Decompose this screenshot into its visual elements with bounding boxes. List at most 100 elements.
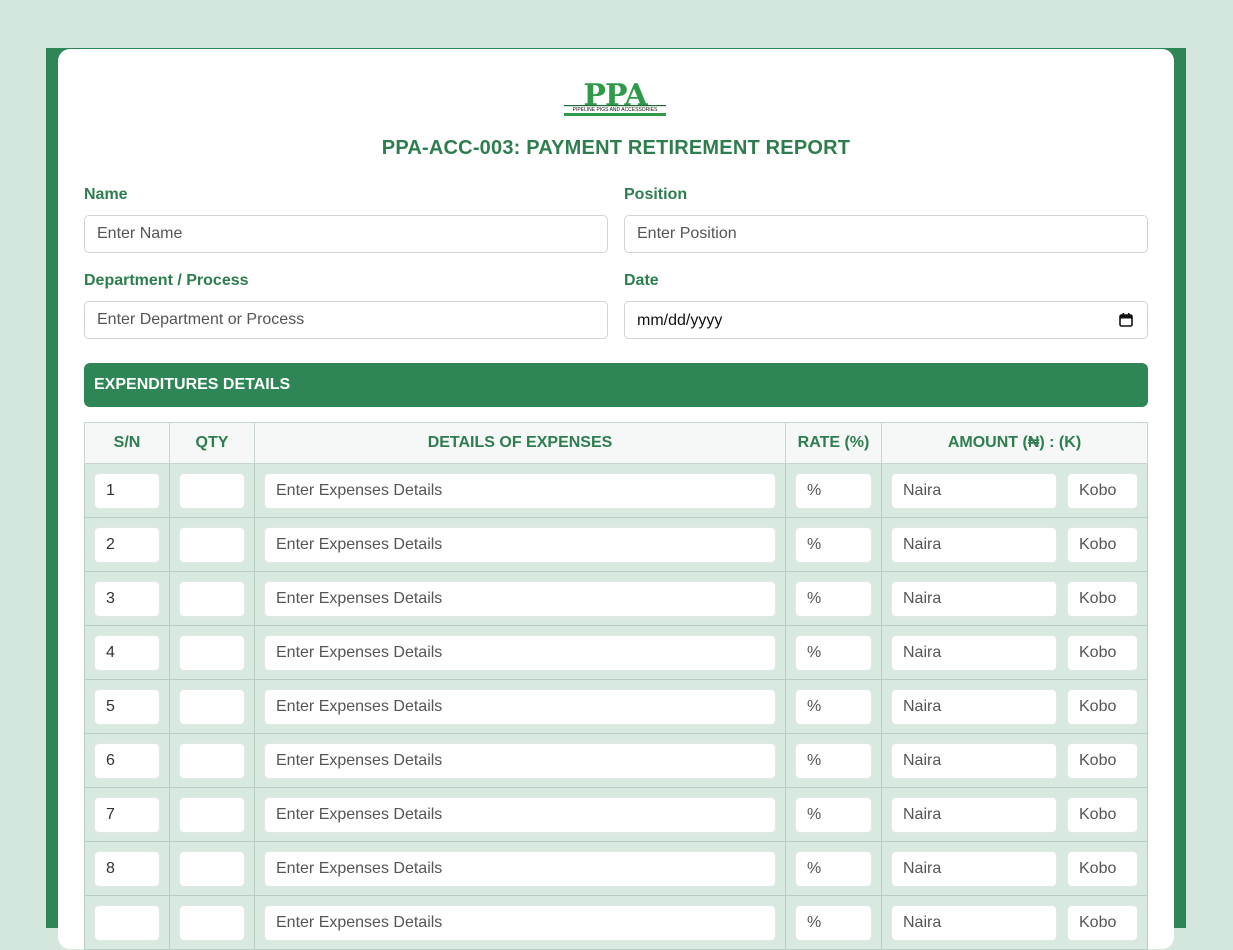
sn-input[interactable] xyxy=(94,742,160,779)
qty-cell xyxy=(169,463,255,518)
rate-input[interactable] xyxy=(795,526,872,563)
amount-cell xyxy=(881,463,1148,518)
naira-input[interactable] xyxy=(891,688,1057,725)
expenditures-section-header: EXPENDITURES DETAILS xyxy=(84,363,1148,407)
amount-fields xyxy=(891,526,1138,563)
sn-cell xyxy=(84,895,170,950)
naira-input[interactable] xyxy=(891,742,1057,779)
sn-input[interactable] xyxy=(94,526,160,563)
amount-cell xyxy=(881,841,1148,896)
sn-cell xyxy=(84,463,170,518)
table-row xyxy=(84,841,1148,896)
sn-input[interactable] xyxy=(94,688,160,725)
rate-input[interactable] xyxy=(795,742,872,779)
date-value: mm/dd/yyyy xyxy=(637,312,723,329)
rate-cell xyxy=(785,463,882,518)
amount-cell xyxy=(881,625,1148,680)
rate-input[interactable] xyxy=(795,580,872,617)
qty-input[interactable] xyxy=(179,742,245,779)
qty-input[interactable] xyxy=(179,526,245,563)
kobo-input[interactable] xyxy=(1067,634,1138,671)
qty-cell xyxy=(169,679,255,734)
naira-input[interactable] xyxy=(891,796,1057,833)
amount-fields xyxy=(891,850,1138,887)
calendar-icon[interactable] xyxy=(1119,313,1133,327)
kobo-input[interactable] xyxy=(1067,742,1138,779)
kobo-input[interactable] xyxy=(1067,850,1138,887)
kobo-input[interactable] xyxy=(1067,526,1138,563)
qty-input[interactable] xyxy=(179,688,245,725)
rate-input[interactable] xyxy=(795,796,872,833)
department-input[interactable] xyxy=(84,301,608,339)
rate-cell xyxy=(785,787,882,842)
naira-input[interactable] xyxy=(891,634,1057,671)
amount-cell xyxy=(881,571,1148,626)
details-input[interactable] xyxy=(264,796,776,833)
kobo-input[interactable] xyxy=(1067,688,1138,725)
name-input[interactable] xyxy=(84,215,608,253)
sn-input[interactable] xyxy=(94,634,160,671)
date-input[interactable]: mm/dd/yyyy xyxy=(624,301,1148,339)
naira-input[interactable] xyxy=(891,526,1057,563)
sn-input[interactable] xyxy=(94,796,160,833)
qty-input[interactable] xyxy=(179,850,245,887)
sn-cell xyxy=(84,625,170,680)
details-input[interactable] xyxy=(264,742,776,779)
details-input[interactable] xyxy=(264,526,776,563)
page-title: PPA-ACC-003: PAYMENT RETIREMENT REPORT xyxy=(381,137,851,159)
sn-input[interactable] xyxy=(94,472,160,509)
naira-input[interactable] xyxy=(891,472,1057,509)
kobo-input[interactable] xyxy=(1067,472,1138,509)
position-label: Position xyxy=(624,186,688,203)
position-input[interactable] xyxy=(624,215,1148,253)
amount-fields xyxy=(891,796,1138,833)
qty-input[interactable] xyxy=(179,796,245,833)
details-input[interactable] xyxy=(264,850,776,887)
amount-cell xyxy=(881,517,1148,572)
qty-input[interactable] xyxy=(179,634,245,671)
qty-cell xyxy=(169,625,255,680)
sn-input[interactable] xyxy=(94,850,160,887)
sn-cell xyxy=(84,787,170,842)
naira-input[interactable] xyxy=(891,580,1057,617)
rate-cell xyxy=(785,895,882,950)
rate-input[interactable] xyxy=(795,634,872,671)
qty-input[interactable] xyxy=(179,472,245,509)
amount-cell xyxy=(881,787,1148,842)
header-rate: RATE (%) xyxy=(785,422,882,464)
sn-cell xyxy=(84,517,170,572)
rate-cell xyxy=(785,571,882,626)
rate-cell xyxy=(785,733,882,788)
rate-input[interactable] xyxy=(795,688,872,725)
details-input[interactable] xyxy=(264,580,776,617)
amount-fields xyxy=(891,688,1138,725)
details-cell xyxy=(254,679,786,734)
qty-input[interactable] xyxy=(179,580,245,617)
header-sn: S/N xyxy=(84,422,170,464)
rate-cell xyxy=(785,517,882,572)
name-label: Name xyxy=(84,186,128,203)
header-details: DETAILS OF EXPENSES xyxy=(254,422,786,464)
details-cell xyxy=(254,625,786,680)
header-qty: QTY xyxy=(169,422,255,464)
kobo-input[interactable] xyxy=(1067,580,1138,617)
rate-input[interactable] xyxy=(795,472,872,509)
table-row xyxy=(84,571,1148,626)
qty-cell xyxy=(169,517,255,572)
ppa-logo: PPA PIPELINE PIGS AND ACCESSORIES xyxy=(564,78,666,116)
department-label: Department / Process xyxy=(84,272,249,289)
details-cell xyxy=(254,787,786,842)
sn-input[interactable] xyxy=(94,580,160,617)
qty-cell xyxy=(169,895,255,950)
rate-cell xyxy=(785,679,882,734)
details-input[interactable] xyxy=(264,472,776,509)
rate-cell xyxy=(785,625,882,680)
rate-input[interactable] xyxy=(795,850,872,887)
kobo-input[interactable] xyxy=(1067,796,1138,833)
naira-input[interactable] xyxy=(891,850,1057,887)
details-input[interactable] xyxy=(264,634,776,671)
qty-cell xyxy=(169,733,255,788)
details-input[interactable] xyxy=(264,688,776,725)
amount-cell xyxy=(881,733,1148,788)
table-row xyxy=(84,625,1148,680)
